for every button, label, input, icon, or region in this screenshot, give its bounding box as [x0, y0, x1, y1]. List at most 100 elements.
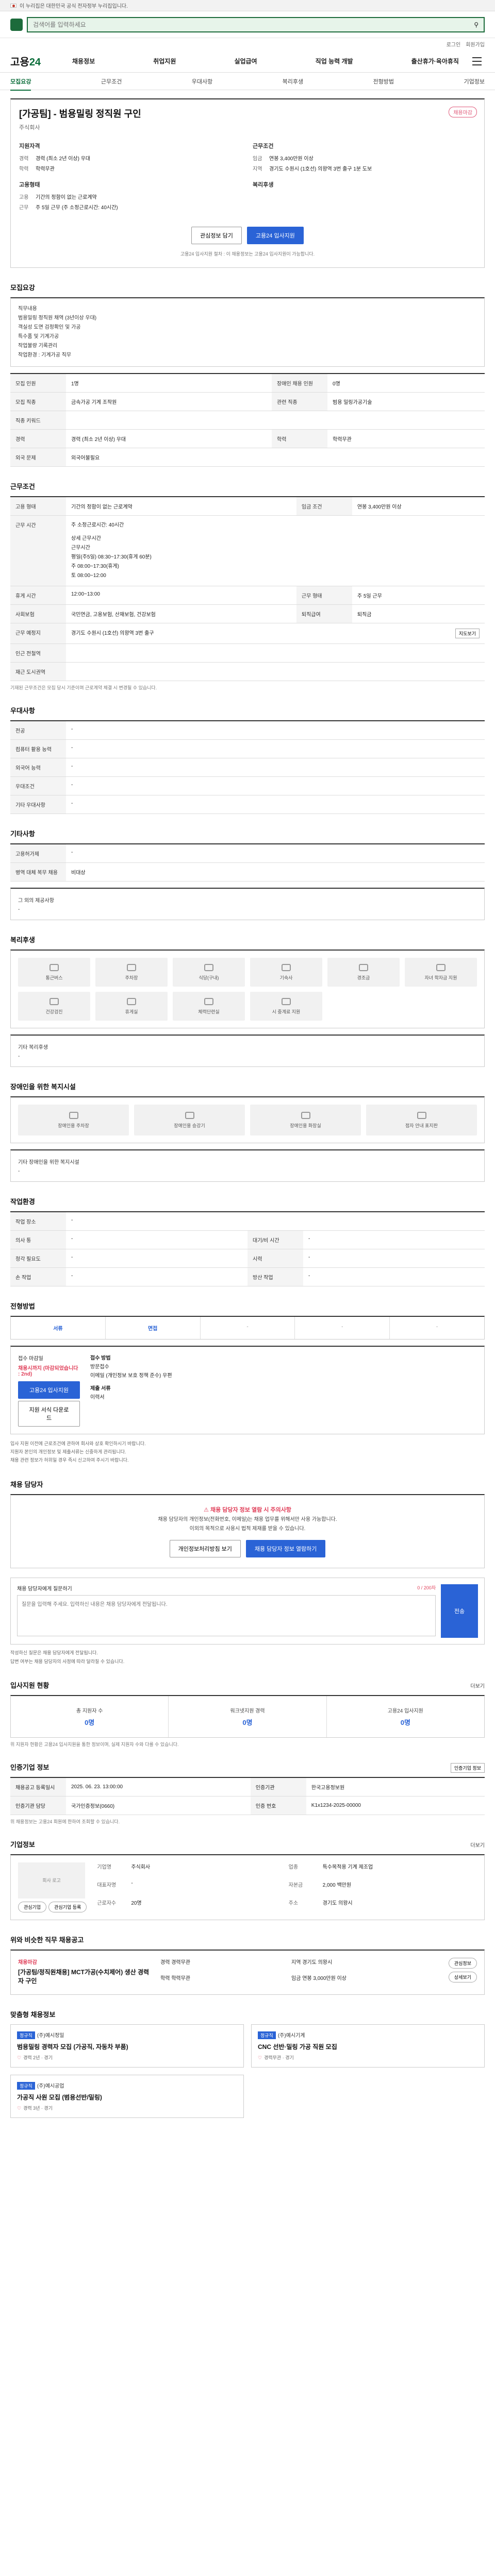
desc-line: 범용밀링 정직원 채역 (3년이상 우대): [18, 315, 97, 321]
section-title: 채용 담당자: [10, 1480, 43, 1488]
job-meta: 경력무관 · 경기: [264, 2055, 294, 2060]
heart-icon[interactable]: ♡: [17, 2106, 21, 2111]
job-card[interactable]: 정규직 (주)예시공업 가공직 사원 모집 (범용선반/밀링) ♡ 경력 3년 · …: [10, 2074, 244, 2118]
restroom-icon: [301, 1111, 310, 1119]
similar-scrap-button[interactable]: 관심정보: [448, 1957, 477, 1969]
gnb-item-jobs[interactable]: 채용정보: [72, 57, 95, 65]
extra-value: -: [18, 1168, 20, 1174]
recommend-grid: 정규직 (주)예시정밀 범용밀링 경력자 모집 (가공직, 자동차 부품) ♡ 경력…: [10, 2024, 485, 2118]
meta-key: 주소: [288, 1900, 299, 1906]
cert-info-button[interactable]: 인증기업 정보: [450, 1762, 485, 1773]
preferred-section: 우대사항 전공 - 컴퓨터 활용 능력 - 외국어 능력 - 우대조건 - 기타 우대사…: [10, 705, 485, 814]
lounge-icon: [127, 997, 136, 1005]
search-icon[interactable]: ⚲: [474, 21, 478, 28]
row-value: 퇴직금: [352, 604, 485, 623]
tab-welfare[interactable]: 복리후생: [283, 77, 303, 86]
welfare-item: 주차장: [95, 958, 168, 987]
apply-button[interactable]: 고용24 입사지원: [246, 227, 304, 244]
extra-title: 기타 장애인을 위한 복지시설: [18, 1160, 79, 1165]
preferred-table: 전공 - 컴퓨터 활용 능력 - 외국어 능력 - 우대조건 - 기타 우대사항 -: [10, 720, 485, 814]
brand-logo[interactable]: 고용24: [10, 54, 72, 69]
scrap-button[interactable]: 관심정보 담기: [191, 227, 242, 244]
follow-company-button[interactable]: 관심기업 등록: [48, 1901, 87, 1912]
gnb-item-benefits[interactable]: 실업급여: [234, 57, 257, 65]
table-row: 기타 우대사항 -: [10, 795, 485, 814]
row-value: 범용 밀링가공기술: [327, 392, 485, 411]
section-title: 기타사항: [10, 830, 35, 838]
gov-banner-text: 이 누리집은 대한민국 공식 전자정부 누리집입니다.: [20, 4, 128, 9]
scrap-company-button[interactable]: 관심기업: [18, 1901, 47, 1912]
job-company: (주)예시정밀: [37, 2032, 64, 2039]
stat-item: 워크넷지원 경력 0명: [169, 1696, 327, 1737]
table-row: 인근 전철역: [10, 643, 485, 663]
job-card[interactable]: 정규직 (주)예시기계 CNC 선반·밀링 가공 직원 모집 ♡ 경력무관 · 경기: [251, 2024, 485, 2067]
row-key: 고용 형태: [10, 497, 66, 516]
download-form-button[interactable]: 지원 서식 다운로드: [18, 1401, 80, 1427]
meta-value: 주식회사: [131, 1864, 151, 1870]
disability-label: 점자 안내 표지판: [405, 1123, 438, 1128]
meta-value: 2,000 백만원: [322, 1882, 352, 1888]
similar-view-button[interactable]: 상세보기: [448, 1971, 477, 1982]
work-key: 임금: [253, 156, 262, 162]
job-card-title[interactable]: CNC 선반·밀링 가공 직원 모집: [258, 2042, 478, 2051]
row-key: 직종 키워드: [10, 411, 66, 430]
search-box[interactable]: ⚲: [27, 16, 485, 32]
heart-icon[interactable]: ♡: [17, 2055, 21, 2060]
row-value: 경력 (최소 2년 이상) 우대: [66, 429, 272, 448]
cert-info-section: 인증기업 정보 인증기업 정보 채용공고 등록일시 2025. 06. 23. 1…: [10, 1762, 485, 1825]
inquiry-textarea[interactable]: [17, 1595, 436, 1637]
table-row: 인증기관 담당 국가인증정보(0660) 인증 번호 K1x1234-2025-000…: [10, 1796, 485, 1815]
contact-section: 채용 담당자 ⚠ 채용 담당자 정보 열람 시 주의사항 채용 담당자의 개인정…: [10, 1479, 485, 1666]
row-value: [66, 643, 485, 663]
privacy-policy-button[interactable]: 개인정보처리방침 보기: [169, 1540, 241, 1558]
apply-online-button[interactable]: 고용24 입사지원: [18, 1381, 80, 1399]
job-card[interactable]: 정규직 (주)예시정밀 범용밀링 경력자 모집 (가공직, 자동차 부품) ♡ 경력…: [10, 2024, 244, 2067]
warning-line: 지원자 본인의 개인정보 및 제출서류는 신중하게 관리됩니다.: [10, 1449, 126, 1455]
map-view-button[interactable]: 지도보기: [455, 629, 480, 638]
view-contact-button[interactable]: 채용 담당자 정보 열람하기: [245, 1540, 326, 1558]
hamburger-icon[interactable]: [469, 55, 485, 67]
signup-link[interactable]: 회원가입: [466, 40, 485, 48]
welfare-item: 기숙사: [250, 958, 322, 987]
section-title: 기업정보: [10, 1840, 35, 1849]
gnb-item-support[interactable]: 취업지원: [153, 57, 176, 65]
row-value: -: [66, 1249, 248, 1268]
site-logo-icon[interactable]: [10, 18, 23, 31]
job-card-title[interactable]: 범용밀링 경력자 모집 (가공직, 자동차 부품): [17, 2042, 237, 2051]
section-title: 맞춤형 채용정보: [10, 2010, 56, 2019]
row-key: 작업 장소: [10, 1212, 66, 1231]
company-more-link[interactable]: 더보기: [470, 1841, 485, 1849]
login-link[interactable]: 로그인: [447, 40, 461, 48]
company-name[interactable]: 주식회사: [19, 123, 476, 131]
tab-preferred[interactable]: 우대사항: [192, 77, 212, 86]
similar-job[interactable]: 채용마감 [가공팀/정직원채용] MCT가공(수치제어) 생산 경력자 구인 경…: [10, 1949, 485, 1995]
gym-icon: [204, 997, 213, 1005]
heart-icon[interactable]: ♡: [258, 2055, 262, 2060]
similar-title[interactable]: [가공팀/정직원채용] MCT가공(수치제어) 생산 경력자 구인: [18, 1968, 152, 1985]
tab-selection[interactable]: 전형방법: [373, 77, 394, 86]
row-key: 임금 조건: [296, 497, 352, 516]
tab-recruit[interactable]: 모집요강: [10, 77, 31, 91]
conditions-section: 근무조건 고용 형태 기간의 정함이 없는 근로계약 임금 조건 연봉 3,400만원…: [10, 481, 485, 691]
table-row: 고용허가제 -: [10, 844, 485, 863]
disability-item: 장애인용 화장실: [250, 1105, 361, 1136]
company-section: 기업정보 더보기 회사 로고 관심기업 관심기업 등록 기업명 주식회사 업종 특수…: [10, 1839, 485, 1920]
gnb-item-leave[interactable]: 출산휴가·육아휴직: [411, 57, 459, 65]
job-card-title[interactable]: 가공직 사원 모집 (범용선반/밀링): [17, 2093, 237, 2102]
send-inquiry-button[interactable]: 전송: [441, 1584, 478, 1638]
row-value: -: [66, 844, 485, 863]
row-key: 인증기관 담당: [10, 1796, 66, 1815]
stats-more-link[interactable]: 더보기: [470, 1682, 485, 1689]
meta-value: 경기도 의왕시: [302, 1959, 333, 1965]
contact-alert: ⚠ 채용 담당자 정보 열람 시 주의사항 채용 담당자의 개인정보(전화번호,…: [10, 1494, 485, 1569]
job-title: [가공팀] - 범용밀링 정직원 구인: [19, 109, 141, 119]
row-key: 재근 도시권역: [10, 662, 66, 681]
tab-company[interactable]: 기업정보: [464, 77, 484, 86]
apply-box: 접수 마감일 채용시까지 (마감되었습니다 : 2nd) 고용24 입사지원 지…: [10, 1346, 485, 1434]
search-input[interactable]: [33, 21, 474, 28]
gnb-item-training[interactable]: 직업 능력 개발: [316, 57, 353, 65]
tab-conditions[interactable]: 근무조건: [101, 77, 122, 86]
row-value: 경기도 수원시 (1호선) 의왕역 3번 출구: [71, 631, 154, 636]
emp-key: 근무: [19, 205, 29, 211]
qual-value: 경력 (최소 2년 이상) 우대: [36, 156, 91, 162]
